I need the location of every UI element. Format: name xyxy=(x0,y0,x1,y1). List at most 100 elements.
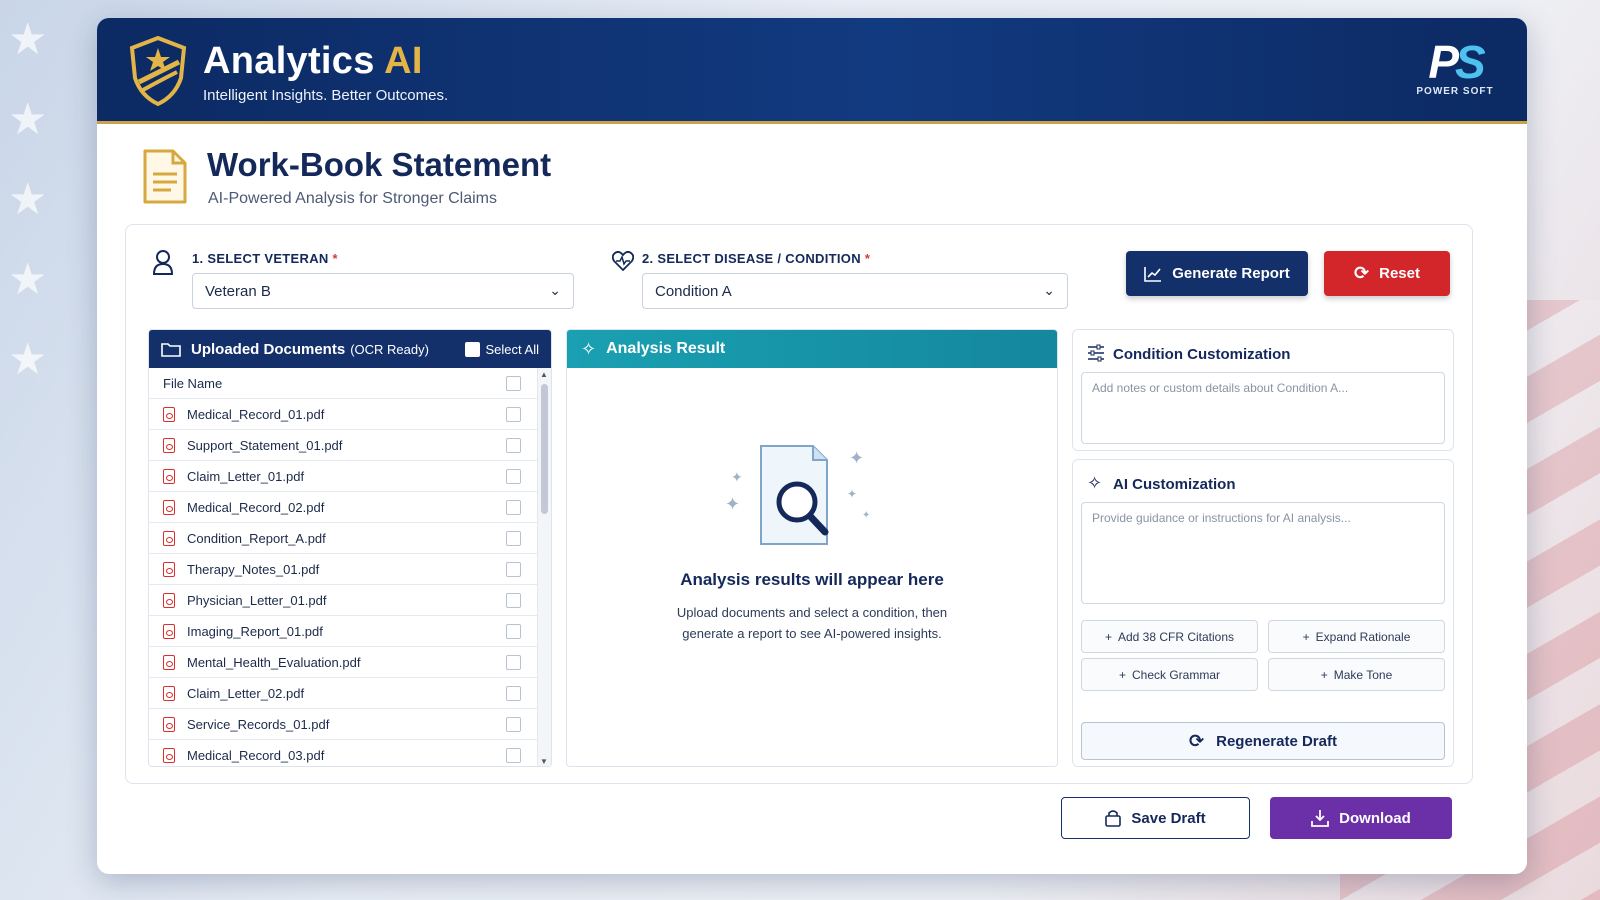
pdf-file-icon xyxy=(163,499,175,515)
ai-customization-title: AI Customization xyxy=(1113,476,1236,493)
save-draft-button[interactable]: Save Draft xyxy=(1061,797,1250,839)
plus-icon: + xyxy=(1302,629,1310,644)
file-row[interactable]: Service_Records_01.pdf xyxy=(149,709,551,740)
generate-report-button[interactable]: Generate Report xyxy=(1126,251,1308,296)
file-name: Condition_Report_A.pdf xyxy=(187,530,326,546)
file-checkbox[interactable] xyxy=(506,593,521,608)
analysis-result-panel: ✧ Analysis Result ✦ ✦ ✦ ✦ ✦ Analysis res… xyxy=(566,329,1058,767)
brand-tagline: Intelligent Insights. Better Outcomes. xyxy=(203,87,449,104)
make-tone-button[interactable]: + Make Tone xyxy=(1268,658,1445,691)
pdf-file-icon xyxy=(163,747,175,763)
analysis-header: ✧ Analysis Result xyxy=(567,330,1057,368)
scroll-up-arrow[interactable]: ▲ xyxy=(540,370,548,379)
file-row[interactable]: Imaging_Report_01.pdf xyxy=(149,616,551,647)
file-row[interactable]: Therapy_Notes_01.pdf xyxy=(149,554,551,585)
sparkle-icon: ✧ xyxy=(1087,473,1103,493)
file-list-scrollbar[interactable]: ▲ ▼ xyxy=(537,368,551,766)
pdf-file-icon xyxy=(163,716,175,732)
file-checkbox[interactable] xyxy=(506,748,521,763)
regenerate-draft-button[interactable]: ⟳ Regenerate Draft xyxy=(1081,722,1445,760)
file-name: Claim_Letter_02.pdf xyxy=(187,685,305,701)
header-checkbox[interactable] xyxy=(506,376,521,391)
file-checkbox[interactable] xyxy=(506,717,521,732)
scroll-down-arrow[interactable]: ▼ xyxy=(540,757,548,766)
file-row[interactable]: Condition_Report_A.pdf xyxy=(149,523,551,554)
file-name: Mental_Health_Evaluation.pdf xyxy=(187,654,361,670)
file-list-header: File Name xyxy=(149,368,551,399)
select-all-label: Select All xyxy=(485,342,539,357)
expand-rationale-button[interactable]: + Expand Rationale xyxy=(1268,620,1445,653)
condition-select[interactable]: Condition A ⌄ xyxy=(642,273,1068,309)
ai-customization-card: ✧ AI Customization Provide guidance or i… xyxy=(1072,459,1454,767)
chevron-down-icon: ⌄ xyxy=(1043,282,1055,298)
chevron-down-icon: ⌄ xyxy=(549,282,561,298)
documents-title: Uploaded Documents xyxy=(191,340,346,358)
file-row[interactable]: Mental_Health_Evaluation.pdf xyxy=(149,647,551,678)
file-checkbox[interactable] xyxy=(506,407,521,422)
download-button[interactable]: Download xyxy=(1270,797,1452,839)
reset-label: Reset xyxy=(1379,265,1420,282)
file-row[interactable]: Medical_Record_01.pdf xyxy=(149,399,551,430)
file-checkbox[interactable] xyxy=(506,469,521,484)
file-checkbox[interactable] xyxy=(506,686,521,701)
file-row[interactable]: Claim_Letter_01.pdf xyxy=(149,461,551,492)
file-checkbox[interactable] xyxy=(506,438,521,453)
file-name: Claim_Letter_01.pdf xyxy=(187,468,305,484)
file-checkbox[interactable] xyxy=(506,531,521,546)
svg-text:✦: ✦ xyxy=(725,494,740,514)
uploaded-documents-panel: Uploaded Documents (OCR Ready) Select Al… xyxy=(148,329,552,767)
file-row[interactable]: Physician_Letter_01.pdf xyxy=(149,585,551,616)
plus-icon: + xyxy=(1118,667,1126,682)
pdf-file-icon xyxy=(163,468,175,484)
condition-select-value: Condition A xyxy=(655,283,732,300)
folder-icon xyxy=(161,343,181,357)
user-icon xyxy=(152,250,174,275)
svg-text:✦: ✦ xyxy=(847,487,857,501)
veteran-select[interactable]: Veteran B ⌄ xyxy=(192,273,574,309)
file-row[interactable]: Support_Statement_01.pdf xyxy=(149,430,551,461)
file-row[interactable]: Medical_Record_03.pdf xyxy=(149,740,551,766)
documents-header: Uploaded Documents (OCR Ready) Select Al… xyxy=(149,330,551,368)
chart-trend-icon xyxy=(1144,266,1162,282)
sparkle-icon: ✧ xyxy=(581,338,597,359)
file-name: Service_Records_01.pdf xyxy=(187,716,330,732)
file-checkbox[interactable] xyxy=(506,655,521,670)
file-checkbox[interactable] xyxy=(506,624,521,639)
plus-icon: + xyxy=(1320,667,1328,682)
condition-customization-title: Condition Customization xyxy=(1113,346,1291,363)
condition-notes-textarea[interactable]: Add notes or custom details about Condit… xyxy=(1081,372,1445,444)
background-stars: ★ ★ ★ ★ ★ xyxy=(8,15,48,384)
refresh-icon: ⟳ xyxy=(1189,730,1205,751)
file-row[interactable]: Medical_Record_02.pdf xyxy=(149,492,551,523)
file-row[interactable]: Claim_Letter_02.pdf xyxy=(149,678,551,709)
empty-state-title: Analysis results will appear here xyxy=(680,570,944,589)
file-list: Medical_Record_01.pdf Support_Statement_0… xyxy=(149,399,551,766)
select-all-checkbox[interactable]: Select All xyxy=(464,342,539,357)
heart-pulse-icon xyxy=(612,251,634,271)
pdf-file-icon xyxy=(163,530,175,546)
file-name: Therapy_Notes_01.pdf xyxy=(187,561,320,577)
file-name: Physician_Letter_01.pdf xyxy=(187,592,327,608)
file-checkbox[interactable] xyxy=(506,500,521,515)
download-label: Download xyxy=(1339,809,1411,827)
document-icon xyxy=(143,149,187,204)
app-header: Analytics AI Intelligent Insights. Bette… xyxy=(97,18,1527,124)
brand-title: Analytics AI xyxy=(203,40,423,82)
download-icon xyxy=(1311,810,1330,827)
scroll-thumb[interactable] xyxy=(541,384,548,514)
regenerate-draft-label: Regenerate Draft xyxy=(1216,732,1337,750)
add-cfr-citations-button[interactable]: + Add 38 CFR Citations xyxy=(1081,620,1258,653)
ai-instructions-textarea[interactable]: Provide guidance or instructions for AI … xyxy=(1081,502,1445,604)
plus-icon: + xyxy=(1104,629,1112,644)
power-soft-logo: PS POWER SOFT xyxy=(1413,38,1497,97)
check-grammar-button[interactable]: + Check Grammar xyxy=(1081,658,1258,691)
documents-title-suffix: (OCR Ready) xyxy=(350,341,429,357)
reset-button[interactable]: ⟳ Reset xyxy=(1324,251,1450,296)
refresh-icon: ⟳ xyxy=(1354,263,1370,283)
pdf-file-icon xyxy=(163,592,175,608)
empty-state-description: Upload documents and select a condition,… xyxy=(676,605,948,641)
condition-customization-card: Condition Customization Add notes or cus… xyxy=(1072,329,1454,451)
file-checkbox[interactable] xyxy=(506,562,521,577)
pdf-file-icon xyxy=(163,406,175,422)
file-name: Medical_Record_02.pdf xyxy=(187,499,325,515)
